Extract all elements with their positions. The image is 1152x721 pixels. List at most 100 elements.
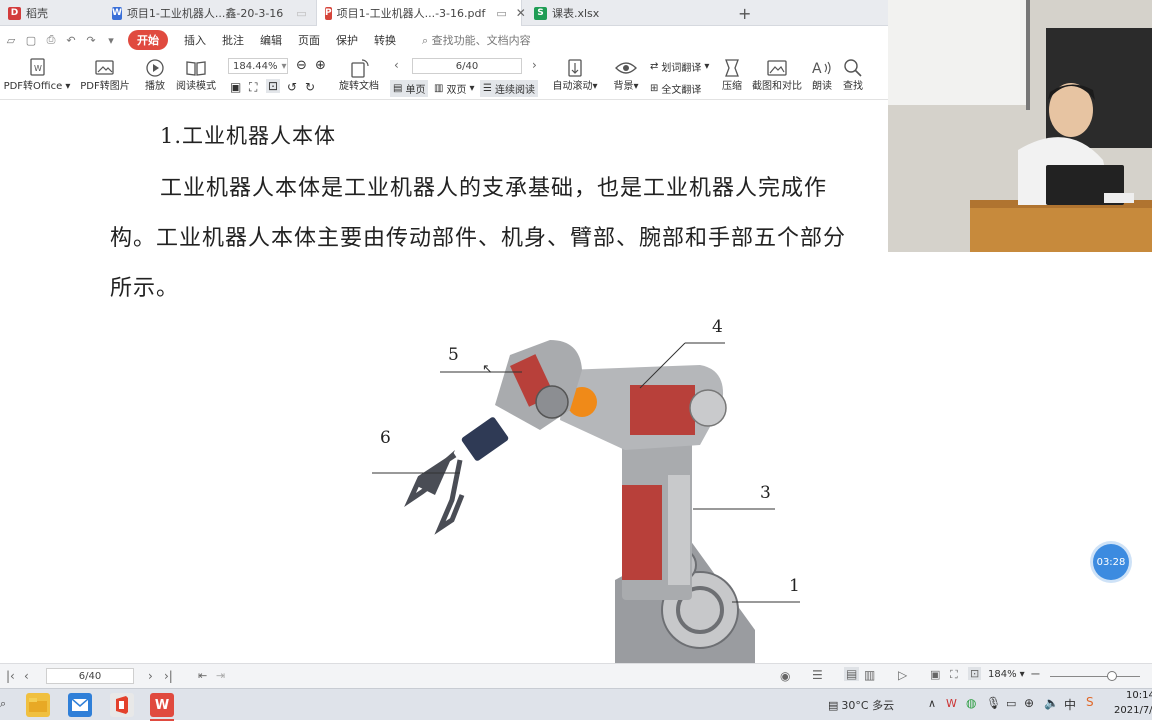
actual-size-icon[interactable]: ▣ [230,80,241,94]
status-zoom-select[interactable]: 184% ▾ [988,669,1025,680]
last-page-icon[interactable]: ›| [164,669,173,683]
double-page-icon[interactable]: ▥ [864,668,875,682]
full-translate-button[interactable]: ⊞ 全文翻译 [650,81,701,96]
battery-icon[interactable]: ▭ [1006,697,1016,710]
zoom-in-icon[interactable]: ⊕ [315,58,326,73]
zoom-slider-track[interactable] [1050,676,1140,677]
windows-taskbar: ⌕ W ▤ 30°C 多云 ∧ W ◍ 🎙 ▭ ⊕ 🔈 中 S 10:14 20… [0,688,1152,721]
menu-page[interactable]: 页面 [298,32,320,48]
tray-sogou-icon[interactable]: S [1086,695,1094,709]
continuous-read-icon[interactable]: ☰ [812,668,823,682]
status-page-input[interactable]: 6/40 [46,668,134,684]
tab-excel[interactable]: S 课表.xlsx [526,0,726,26]
tab-pdf[interactable]: P 项目1-工业机器人...-3-16.pdf ▭ ✕ [316,0,526,26]
prev-page-icon[interactable]: ‹ [394,58,399,72]
fit-page-icon[interactable]: ⛶ [249,80,257,95]
menu-convert[interactable]: 转换 [374,32,396,48]
figure-label-6: 6 [380,428,391,448]
pin-icon[interactable]: ▭ [496,7,506,20]
double-page-button[interactable]: ▥ 双页 ▾ [434,81,474,96]
save-icon[interactable]: ▢ [22,31,40,49]
tab-daoke[interactable]: D 稻壳 [0,0,100,26]
menu-annotate[interactable]: 批注 [222,32,244,48]
word-translate-button[interactable]: ⇄ 划词翻译 ▾ [650,59,709,74]
office-icon[interactable] [110,693,134,717]
page-number-input[interactable]: 6/40 [412,58,522,74]
single-page-icon[interactable]: ▤ [844,667,860,681]
menu-edit[interactable]: 编辑 [260,32,282,48]
pdf-to-office-button[interactable]: W PDF转Office ▾ [4,56,70,94]
open-icon[interactable]: ▱ [2,31,20,49]
file-explorer-icon[interactable] [26,693,50,717]
fit-width-icon[interactable]: ⊡ [968,667,982,680]
new-tab-button[interactable]: + [734,0,758,26]
continuous-read-icon: ☰ [483,83,492,94]
rotate-left-icon[interactable]: ↺ [287,80,297,94]
play-button[interactable]: 播放 [140,56,170,94]
volume-icon[interactable]: 🔈 [1044,696,1059,710]
zoom-out-icon[interactable]: − [1030,667,1041,682]
tray-wps-icon[interactable]: W [946,697,957,710]
eye-icon[interactable]: ◉ [780,669,790,683]
tab-label: 项目1-工业机器人...鑫-20-3-16 [126,7,284,20]
first-page-icon[interactable]: |‹ [6,669,15,683]
pdf-to-image-button[interactable]: PDF转图片 [78,56,132,94]
fit-width-icon[interactable]: ⊡ [266,79,281,93]
menu-protect[interactable]: 保护 [336,32,358,48]
figure-label-5: 5 [448,345,459,365]
svg-text:A: A [812,61,822,77]
tray-360-icon[interactable]: ◍ [966,696,976,710]
microphone-icon[interactable]: 🎙 [986,696,1001,710]
page-number-value: 6/40 [455,60,479,72]
next-page-icon[interactable]: › [532,58,537,72]
wps-icon[interactable]: W [150,693,174,717]
close-icon[interactable]: ✕ [516,6,526,20]
translate-icon: ⇄ [650,61,659,72]
network-icon[interactable]: ⊕ [1024,696,1034,710]
screenshot-compare-label: 截图和对比 [752,81,802,92]
screenshot-compare-button[interactable]: 截图和对比 [750,56,804,94]
compress-button[interactable]: 压缩 [718,56,746,94]
clock-date[interactable]: 2021/7/ [1114,705,1152,716]
redo-icon[interactable]: ↷ [82,31,100,49]
forward-icon[interactable]: ⇥ [216,669,225,682]
read-mode-button[interactable]: 阅读模式 [174,56,218,94]
rotate-document-button[interactable]: 旋转文档 [336,56,382,94]
continuous-read-button[interactable]: ☰ 连续阅读 [480,80,538,97]
read-aloud-label: 朗读 [812,81,832,92]
prev-page-icon[interactable]: ‹ [24,669,29,683]
weather-widget[interactable]: ▤ 30°C 多云 [828,697,894,713]
find-button[interactable]: 查找 [840,56,866,94]
background-button[interactable]: 背景▾ [610,56,642,94]
mail-icon[interactable] [68,693,92,717]
pin-icon[interactable]: ▭ [296,7,306,20]
back-icon[interactable]: ⇤ [198,669,207,682]
play-icon[interactable]: ▷ [898,668,907,682]
menu-start[interactable]: 开始 [128,30,168,50]
zoom-select[interactable]: 184.44% ▾ [228,58,288,74]
zoom-slider-thumb[interactable] [1107,671,1117,681]
mouse-cursor-icon: ↖ [482,362,493,377]
actual-size-icon[interactable]: ▣ [930,668,940,681]
single-page-button[interactable]: ▤ 单页 [390,80,429,97]
tab-label: 项目1-工业机器人...-3-16.pdf [336,7,486,20]
zoom-out-icon[interactable]: ⊖ [296,58,307,73]
search-icon[interactable]: ⌕ [0,697,6,711]
chevron-up-icon[interactable]: ∧ [928,697,936,710]
fit-page-icon[interactable]: ⛶ [950,668,958,682]
recording-timer[interactable]: 03:28 [1093,544,1129,580]
next-page-icon[interactable]: › [148,669,153,683]
undo-icon[interactable]: ↶ [62,31,80,49]
print-icon[interactable]: ⎙ [42,31,60,49]
ime-indicator[interactable]: 中 [1064,696,1076,713]
chevron-down-icon[interactable]: ▾ [102,31,120,49]
clock-time[interactable]: 10:14 [1126,690,1152,701]
read-aloud-button[interactable]: A 朗读 [808,56,836,94]
pdf-document-view[interactable]: 1.工业机器人本体 工业机器人本体是工业机器人的支承基础，也是工业机器人完成作 … [0,100,888,663]
rotate-right-icon[interactable]: ↻ [305,80,315,94]
function-search[interactable]: ⌕ 查找功能、文档内容 [422,32,531,48]
figure-label-4: 4 [712,317,723,337]
menu-insert[interactable]: 插入 [184,32,206,48]
auto-scroll-button[interactable]: 自动滚动▾ [550,56,600,94]
tab-word-doc[interactable]: W 项目1-工业机器人...鑫-20-3-16 ▭ [104,0,314,26]
